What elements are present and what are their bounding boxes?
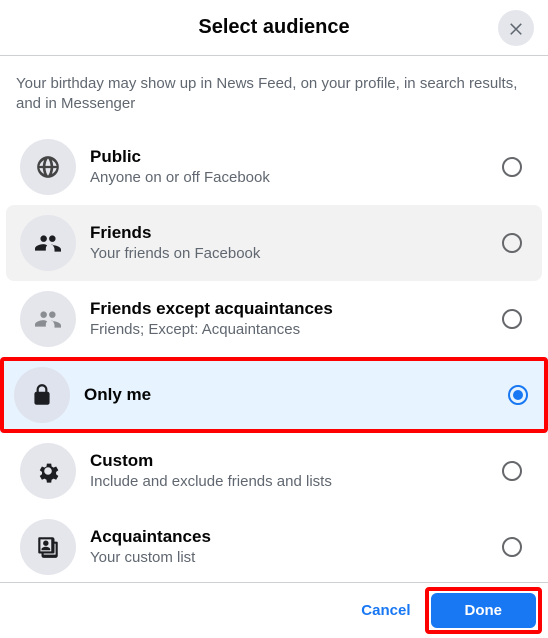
radio-acquaintances[interactable] (502, 537, 522, 557)
option-title: Public (90, 147, 502, 167)
cancel-button[interactable]: Cancel (347, 594, 424, 627)
option-subtitle: Anyone on or off Facebook (90, 169, 502, 186)
radio-friends[interactable] (502, 233, 522, 253)
options-scroll[interactable]: Your birthday may show up in News Feed, … (0, 56, 548, 582)
dialog-title: Select audience (198, 16, 349, 39)
radio-friends-except[interactable] (502, 309, 522, 329)
option-only-me[interactable]: Only me (0, 357, 548, 433)
radio-public[interactable] (502, 157, 522, 177)
option-subtitle: Your custom list (90, 549, 502, 566)
lock-icon (14, 367, 70, 423)
globe-icon (20, 139, 76, 195)
done-button[interactable]: Done (431, 593, 537, 628)
option-friends[interactable]: Friends Your friends on Facebook (6, 205, 542, 281)
radio-custom[interactable] (502, 461, 522, 481)
description-text: Your birthday may show up in News Feed, … (0, 56, 548, 129)
option-subtitle: Your friends on Facebook (90, 245, 502, 262)
option-title: Acquaintances (90, 527, 502, 547)
option-public[interactable]: Public Anyone on or off Facebook (6, 129, 542, 205)
close-button[interactable] (498, 10, 534, 46)
gear-icon (20, 443, 76, 499)
option-acquaintances[interactable]: Acquaintances Your custom list (6, 509, 542, 583)
close-icon (507, 19, 525, 37)
option-friends-except[interactable]: Friends except acquaintances Friends; Ex… (6, 281, 542, 357)
option-subtitle: Include and exclude friends and lists (90, 473, 502, 490)
option-title: Friends (90, 223, 502, 243)
friends-icon (20, 215, 76, 271)
option-subtitle: Friends; Except: Acquaintances (90, 321, 502, 338)
dialog-footer: Cancel Done (0, 582, 548, 638)
done-button-label: Done (465, 602, 503, 619)
dialog-header: Select audience (0, 0, 548, 56)
option-custom[interactable]: Custom Include and exclude friends and l… (6, 433, 542, 509)
option-title: Custom (90, 451, 502, 471)
option-title: Friends except acquaintances (90, 299, 502, 319)
select-audience-dialog: Select audience Your birthday may show u… (0, 0, 548, 638)
list-icon (20, 519, 76, 575)
option-title: Only me (84, 385, 508, 405)
radio-only-me[interactable] (508, 385, 528, 405)
friends-except-icon (20, 291, 76, 347)
